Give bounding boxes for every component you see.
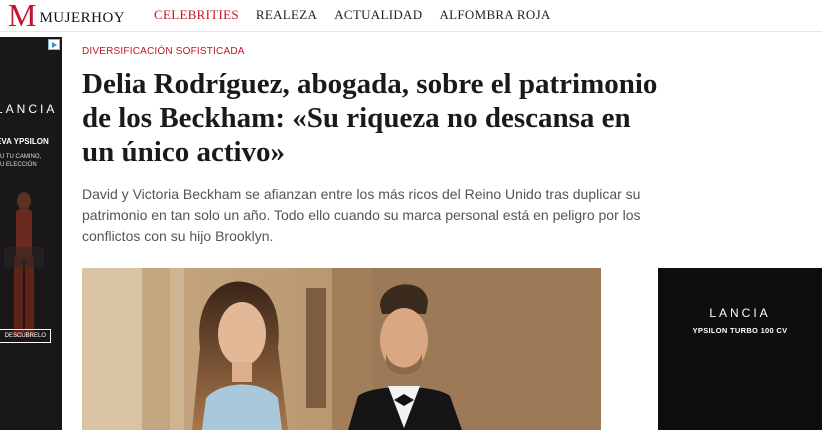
adchoices-icon[interactable] [48, 39, 60, 50]
ad-model: EVA YPSILON [0, 137, 49, 146]
ad-brand: LANCIA [0, 102, 58, 116]
nav-item-celebrities[interactable]: CELEBRITIES [154, 7, 239, 23]
right-ad-banner[interactable]: LANCIA YPSILON TURBO 100 CV [658, 268, 822, 430]
article-lead: David y Victoria Beckham se afianzan ent… [82, 186, 641, 244]
site-header: M MUJERHOY CELEBRITIES REALEZA ACTUALIDA… [0, 0, 822, 32]
site-logo[interactable]: M MUJERHOY [8, 0, 126, 33]
nav-item-realeza[interactable]: REALEZA [256, 7, 317, 23]
ad-tagline-line-2: U ELECCIÓN [0, 162, 37, 168]
ad-brand: LANCIA [709, 306, 771, 320]
ad-tagline-line-1: U TU CAMINO, [0, 154, 42, 160]
ad-model: YPSILON TURBO 100 CV [692, 326, 788, 335]
article-title: Delia Rodríguez, abogada, sobre el patri… [82, 68, 658, 168]
main-nav: CELEBRITIES REALEZA ACTUALIDAD ALFOMBRA … [154, 7, 568, 23]
ad-tagline: U TU CAMINO, U ELECCIÓN [0, 153, 41, 169]
nav-item-alfombra-roja[interactable]: ALFOMBRA ROJA [439, 7, 550, 23]
article-photo[interactable] [82, 268, 601, 430]
logo-text: MUJERHOY [39, 9, 126, 26]
article-photo-image [82, 268, 601, 430]
left-ad-banner[interactable]: LANCIA EVA YPSILON U TU CAMINO, U ELECCIÓ… [0, 37, 62, 430]
logo-mark: M [8, 0, 36, 33]
ad-cta-button[interactable]: DESCÚBRELO [0, 329, 51, 343]
article-kicker[interactable]: DIVERSIFICACIÓN SOFISTICADA [82, 46, 245, 57]
nav-item-actualidad[interactable]: ACTUALIDAD [334, 7, 422, 23]
